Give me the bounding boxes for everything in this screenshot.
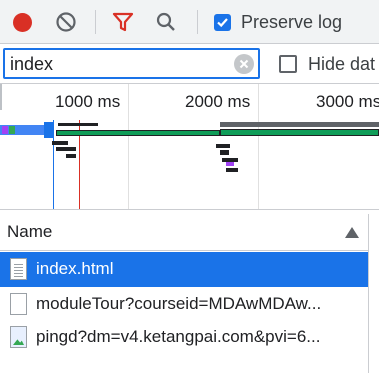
table-row[interactable]: pingd?dm=v4.ketangpai.com&pvi=6... <box>0 320 368 355</box>
waterfall-bar <box>220 129 379 136</box>
search-icon <box>156 12 175 31</box>
waterfall-bar <box>2 126 8 134</box>
clear-circle-icon <box>239 59 249 69</box>
filter-bar: Hide dat <box>0 44 379 84</box>
funnel-icon <box>112 12 134 32</box>
dom-content-loaded-line <box>53 120 54 209</box>
request-name: index.html <box>36 259 114 278</box>
column-resizer[interactable] <box>368 214 369 373</box>
request-table: Name index.html moduleTour?courseid=MDAw… <box>0 214 379 373</box>
hide-data-urls-label: Hide dat <box>308 53 376 74</box>
record-dot-icon <box>12 12 32 32</box>
waterfall-bar <box>56 130 220 136</box>
waterfall-bar <box>216 144 230 148</box>
toolbar-separator <box>197 10 198 34</box>
overview-tick-label: 1000 ms <box>55 92 121 111</box>
record-button[interactable] <box>8 8 36 36</box>
filter-field[interactable] <box>3 48 260 79</box>
hide-data-urls-checkbox[interactable] <box>279 55 297 73</box>
filter-toggle-button[interactable] <box>109 8 137 36</box>
network-toolbar: Preserve log <box>0 0 379 44</box>
document-icon <box>10 258 27 280</box>
overview-tick-label: 3000 ms <box>316 92 379 111</box>
request-name: moduleTour?courseid=MDAwMDAw... <box>36 294 322 313</box>
search-button[interactable] <box>152 8 180 36</box>
overview-gridline <box>258 84 259 209</box>
image-icon <box>10 326 27 348</box>
waterfall-bar <box>226 168 238 172</box>
clear-filter-button[interactable] <box>234 54 254 74</box>
sort-ascending-icon <box>345 227 359 238</box>
table-row[interactable]: index.html <box>0 252 368 287</box>
waterfall-bar <box>56 147 76 151</box>
name-column-header[interactable]: Name <box>0 214 368 251</box>
preserve-log-label: Preserve log <box>241 11 343 32</box>
name-column-label: Name <box>7 222 53 241</box>
request-name: pingd?dm=v4.ketangpai.com&pvi=6... <box>36 327 321 346</box>
waterfall-bar <box>226 162 234 166</box>
overview-start-marker <box>0 84 2 110</box>
overview-tick-label: 2000 ms <box>185 92 251 111</box>
waterfall-bar <box>52 141 68 145</box>
toolbar-separator <box>95 10 96 34</box>
document-icon <box>10 293 27 315</box>
waterfall-bar <box>220 122 379 127</box>
waterfall-bar <box>9 126 15 134</box>
table-row[interactable]: moduleTour?courseid=MDAwMDAw... <box>0 287 368 322</box>
block-icon <box>56 12 76 32</box>
preserve-log-checkbox[interactable] <box>214 13 231 31</box>
waterfall-bar <box>44 122 53 138</box>
filter-input[interactable] <box>10 52 230 76</box>
overview-gridline <box>128 84 129 209</box>
waterfall-bar <box>220 150 229 155</box>
hide-data-urls-toggle[interactable]: Hide dat <box>279 52 375 76</box>
checkmark-icon <box>217 17 228 27</box>
waterfall-bar <box>58 123 98 126</box>
clear-button[interactable] <box>52 8 80 36</box>
network-overview[interactable]: 1000 ms 2000 ms 3000 ms <box>0 84 379 210</box>
waterfall-bar <box>66 154 76 158</box>
preserve-log-toggle[interactable]: Preserve log <box>214 10 342 34</box>
